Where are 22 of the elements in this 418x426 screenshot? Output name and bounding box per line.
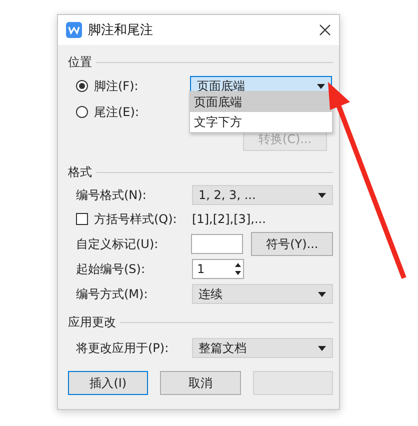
dropdown-option[interactable]: 页面底端 (190, 92, 332, 112)
field-label: 编号格式(N): (76, 186, 148, 204)
symbol-button[interactable]: 符号(Y)... (251, 232, 333, 256)
start-number-spinner[interactable]: 1 (192, 259, 244, 279)
bracket-sample: [1],[2],[3],... (192, 212, 266, 226)
section-heading: 格式 (68, 164, 92, 180)
checkbox-label: 方括号样式(Q): (94, 210, 178, 228)
field-label: 将更改应用于(P): (76, 340, 170, 356)
dropdown-option[interactable]: 文字下方 (190, 112, 332, 132)
field-label: 自定义标记(U): (76, 236, 160, 252)
dialog-button[interactable]: 取消 (160, 371, 241, 395)
field-label: 起始编号(S): (76, 260, 146, 278)
apply-to-select[interactable]: 整篇文档 (192, 338, 333, 358)
field-label: 编号方式(M): (76, 286, 149, 302)
dialog-button[interactable]: 插入(I) (68, 371, 148, 395)
section-heading: 位置 (68, 54, 92, 70)
section-heading: 应用更改 (68, 314, 116, 330)
number-format-select[interactable]: 1, 2, 3, ... (192, 185, 333, 205)
numbering-select[interactable]: 连续 (192, 284, 333, 304)
radio-label: 脚注(F): (94, 78, 140, 94)
window-title: 脚注和尾注 (88, 22, 154, 39)
radio-label: 尾注(E): (94, 104, 140, 120)
